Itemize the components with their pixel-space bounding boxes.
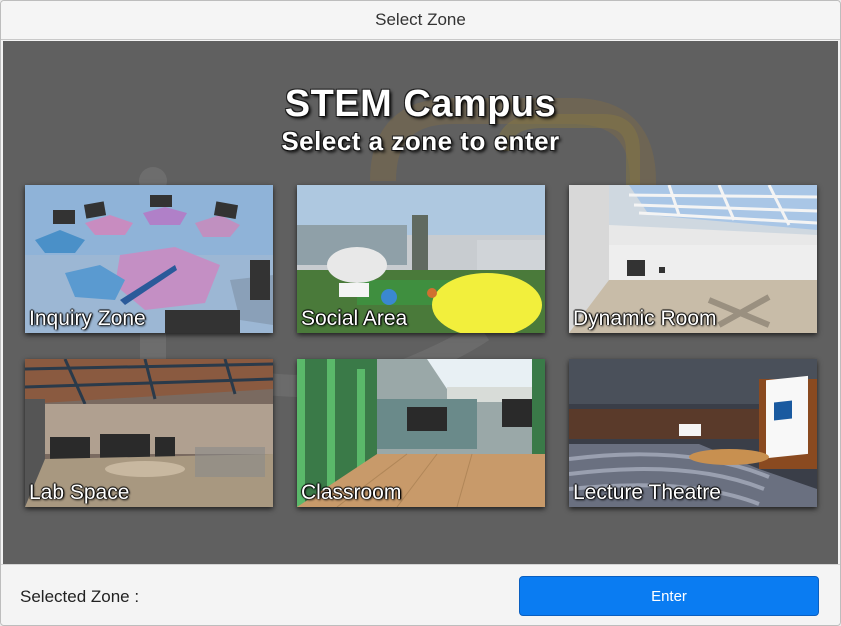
zone-label: Dynamic Room — [573, 307, 717, 330]
zone-label: Inquiry Zone — [29, 307, 146, 330]
zone-tile-classroom[interactable]: Classroom — [297, 359, 545, 507]
zone-tile-lecture-theatre[interactable]: Lecture Theatre — [569, 359, 817, 507]
page-title: STEM Campus — [284, 83, 557, 125]
page-subtitle: Select a zone to enter — [281, 126, 560, 156]
zone-label: Social Area — [301, 307, 408, 330]
select-zone-window: Select Zone STEM Campus Select a zone to… — [0, 0, 841, 626]
window-title: Select Zone — [1, 1, 840, 40]
zone-label: Classroom — [301, 481, 402, 504]
zone-tile-inquiry-zone[interactable]: Inquiry Zone — [25, 185, 273, 333]
selected-zone-label: Selected Zone : — [20, 587, 140, 606]
zone-panel: STEM Campus Select a zone to enter Inqui… — [3, 41, 838, 564]
footer-bar: Selected Zone : Enter — [1, 564, 840, 625]
zone-label: Lecture Theatre — [573, 481, 721, 504]
enter-button[interactable]: Enter — [519, 576, 819, 616]
zone-tile-social-area[interactable]: Social Area — [297, 185, 545, 333]
zone-tile-lab-space[interactable]: Lab Space — [25, 359, 273, 507]
zone-label: Lab Space — [29, 481, 130, 504]
zone-tile-dynamic-room[interactable]: Dynamic Room — [569, 185, 817, 333]
